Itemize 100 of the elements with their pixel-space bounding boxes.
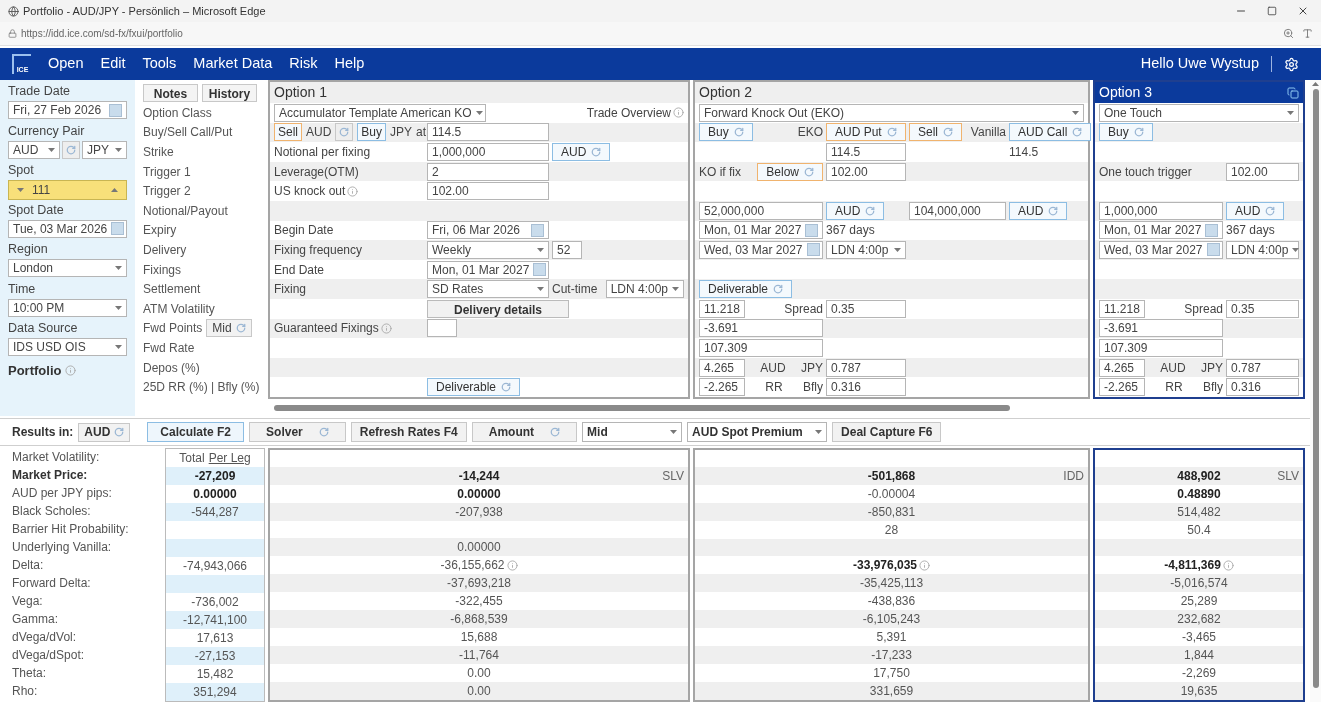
toggle-button[interactable]: Amount [471, 422, 578, 442]
option-header[interactable]: Option 1 [270, 82, 688, 103]
panel-tab-button[interactable]: Notes [143, 83, 198, 102]
toggle-button[interactable]: AUD [826, 201, 885, 220]
dropdown[interactable]: SD Rates [427, 280, 549, 299]
dropdown[interactable]: LDN 4:00p [826, 240, 906, 259]
input-field[interactable]: 102.00 [1226, 162, 1299, 181]
option-header[interactable]: Option 2 [695, 82, 1088, 103]
toggle-button[interactable]: Deliverable [699, 280, 793, 299]
input-field[interactable]: 1,000,000 [1099, 201, 1223, 220]
input-field[interactable]: 4.265 [699, 358, 745, 377]
calculate-button[interactable]: Calculate F2 [147, 422, 245, 442]
dropdown[interactable]: London [8, 259, 127, 277]
toggle-button[interactable]: AUD [1226, 201, 1285, 220]
date-field[interactable]: Fri, 27 Feb 2026 [8, 101, 127, 119]
result-value: 351,294 [193, 684, 237, 701]
spot-field[interactable]: 111 [8, 180, 127, 200]
input-field[interactable]: 2 [427, 162, 549, 181]
toggle-button[interactable]: Buy [357, 123, 387, 142]
input-field[interactable]: -2.265 [699, 378, 745, 397]
swap-button[interactable] [335, 123, 354, 142]
toolbar-button[interactable]: Deal Capture F6 [832, 422, 942, 442]
dropdown[interactable]: LDN 4:00p [605, 280, 684, 299]
toggle-button[interactable]: Mid [206, 319, 252, 338]
menu-item[interactable]: Edit [100, 53, 126, 75]
dropdown[interactable]: 10:00 PM [8, 298, 127, 317]
input-field[interactable]: 4.265 [1099, 358, 1145, 377]
input-field[interactable]: 52,000,000 [699, 201, 823, 220]
input-field[interactable]: 107.309 [1099, 338, 1223, 357]
close-icon[interactable] [1297, 5, 1309, 17]
panel-tab-button[interactable]: History [202, 83, 257, 102]
dropdown[interactable]: Weekly [427, 240, 549, 259]
input-field[interactable]: 11.218 [1099, 299, 1145, 318]
toggle-button[interactable]: Solver [249, 422, 346, 442]
input-field[interactable] [427, 319, 457, 338]
input-field[interactable]: -3.691 [1099, 319, 1223, 338]
input-field[interactable]: 0.316 [1226, 378, 1299, 397]
toggle-button[interactable]: Buy [1099, 123, 1153, 142]
dropdown[interactable]: IDS USD OIS [8, 338, 127, 356]
toggle-button[interactable]: Sell [909, 123, 962, 142]
toggle-button[interactable]: AUD [1009, 201, 1068, 220]
zoom-icon[interactable] [1283, 28, 1294, 39]
dropdown[interactable]: AUD [8, 140, 60, 159]
dropdown[interactable]: Accumulator Template American KO [274, 103, 486, 122]
toggle-button[interactable]: Deliverable [427, 378, 521, 397]
dropdown[interactable]: AUD Spot Premium [687, 422, 828, 442]
dropdown[interactable]: JPY [82, 140, 127, 159]
input-field[interactable]: 11.218 [699, 299, 745, 318]
swap-button[interactable] [62, 140, 80, 159]
toggle-button[interactable]: AUD Call [1009, 123, 1092, 142]
settings-icon[interactable] [1284, 56, 1299, 72]
input-field[interactable]: 0.787 [1226, 358, 1299, 377]
row-label: Fwd Points [143, 320, 203, 338]
trade-overview-link[interactable]: Trade Overview [586, 103, 671, 122]
toggle-button[interactable]: Buy [699, 123, 753, 142]
toggle-button[interactable]: AUD [552, 143, 611, 161]
currency-toggle[interactable]: AUD [78, 422, 131, 442]
menu-item[interactable]: Risk [289, 53, 318, 75]
input-field[interactable]: 102.00 [826, 162, 906, 181]
input-field[interactable]: 1,000,000 [427, 143, 549, 161]
maximize-icon[interactable] [1267, 6, 1277, 16]
input-field[interactable]: 0.316 [826, 378, 906, 397]
date-field[interactable]: Wed, 03 Mar 2027 [699, 240, 823, 259]
input-field[interactable]: -3.691 [699, 319, 823, 338]
date-field[interactable]: Tue, 03 Mar 2026 [8, 219, 127, 238]
input-field[interactable]: 114.5 [826, 143, 906, 161]
input-field[interactable]: -2.265 [1099, 378, 1145, 397]
input-field[interactable]: 114.5 [427, 123, 549, 142]
date-field[interactable]: Mon, 01 Mar 2027 [1099, 221, 1223, 240]
dropdown[interactable]: One Touch [1099, 103, 1299, 122]
date-field[interactable]: Wed, 03 Mar 2027 [1099, 240, 1223, 259]
date-field[interactable]: Fri, 06 Mar 2026 [427, 221, 549, 240]
details-button[interactable]: Delivery details [427, 299, 569, 318]
input-field[interactable]: 52 [552, 240, 582, 259]
text-icon[interactable] [1302, 28, 1313, 39]
date-field[interactable]: Mon, 01 Mar 2027 [699, 221, 823, 240]
input-field[interactable]: 0.787 [826, 358, 906, 377]
toolbar-button[interactable]: Refresh Rates F4 [350, 422, 467, 442]
dropdown[interactable]: Mid [582, 422, 683, 442]
date-field[interactable]: Mon, 01 Mar 2027 [427, 260, 549, 279]
toggle-button[interactable]: Sell [274, 123, 302, 142]
dropdown[interactable]: Forward Knock Out (EKO) [699, 103, 1084, 122]
input-field[interactable]: 107.309 [699, 338, 823, 357]
menu-item[interactable]: Help [334, 53, 365, 75]
input-field[interactable]: 102.00 [427, 182, 549, 201]
menu-item[interactable]: Tools [142, 53, 177, 75]
vertical-scrollbar[interactable] [1310, 80, 1321, 702]
dropdown[interactable]: LDN 4:00p [1226, 240, 1299, 259]
result-value: 0.00 [467, 683, 491, 700]
input-field[interactable]: 0.35 [1226, 299, 1299, 318]
per-leg-link[interactable]: Per Leg [208, 449, 251, 467]
option-header[interactable]: Option 3 [1095, 82, 1303, 103]
copy-icon[interactable] [1287, 86, 1299, 99]
url-text[interactable]: https://idd.ice.com/sd-fx/fxui/portfolio [21, 26, 183, 41]
input-field[interactable]: 0.35 [826, 299, 906, 318]
input-field[interactable]: 104,000,000 [909, 201, 1006, 220]
menu-item[interactable]: Market Data [193, 53, 273, 75]
menu-item[interactable]: Open [48, 53, 84, 75]
toggle-button[interactable]: AUD Put [826, 123, 906, 142]
toggle-button[interactable]: Below [757, 162, 823, 181]
